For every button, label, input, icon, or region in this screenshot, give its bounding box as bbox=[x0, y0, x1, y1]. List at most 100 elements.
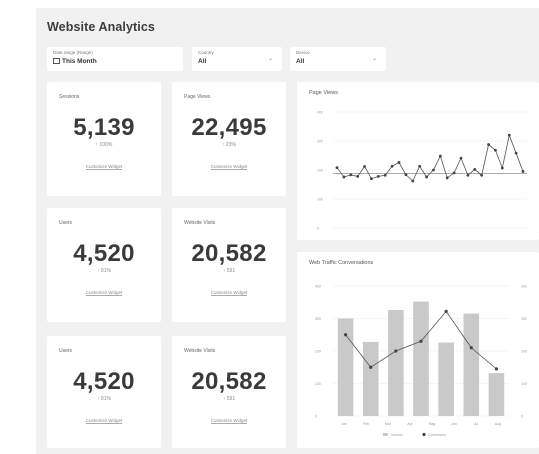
data-point bbox=[370, 177, 373, 181]
y-tick-label: 300 bbox=[317, 140, 323, 144]
kpi-value: 20,582 bbox=[191, 368, 267, 395]
kpi-delta: ↑ 100% bbox=[95, 142, 113, 148]
data-point bbox=[438, 154, 442, 158]
y-tick-label: 100 bbox=[317, 198, 323, 202]
data-point bbox=[342, 175, 346, 179]
date-range-filter[interactable]: Date range (Range) This Month bbox=[47, 47, 183, 71]
date-range-value-wrap: This Month bbox=[53, 58, 97, 65]
conversion-point bbox=[419, 339, 423, 343]
page-title: Website Analytics bbox=[47, 20, 155, 34]
conversion-point bbox=[369, 365, 373, 369]
data-point bbox=[500, 166, 504, 170]
kpi-label: Users bbox=[59, 348, 73, 354]
customize-widget-link[interactable]: Customize Widget bbox=[172, 164, 286, 170]
chevron-down-icon: ⌄ bbox=[267, 56, 273, 62]
data-point bbox=[473, 168, 477, 171]
y-tick-label-left: 200 bbox=[315, 350, 321, 354]
chevron-down-icon: ⌄ bbox=[371, 56, 377, 62]
kpi-value: 5,139 bbox=[73, 114, 135, 141]
conversion-point bbox=[444, 309, 448, 313]
y-tick-label-right: 300 bbox=[521, 317, 527, 321]
kpi-delta: ↑ 91% bbox=[97, 268, 111, 274]
calendar-icon bbox=[53, 58, 60, 64]
bar bbox=[438, 342, 454, 416]
kpi-label: Website Visits bbox=[184, 220, 216, 226]
kpi-label: Website Visits bbox=[184, 348, 216, 354]
customize-widget-link[interactable]: Customize Widget bbox=[172, 290, 286, 296]
data-point bbox=[487, 143, 490, 146]
customize-widget-link[interactable]: Customize Widget bbox=[47, 164, 161, 170]
bar bbox=[463, 313, 480, 416]
kpi-label: Users bbox=[59, 220, 73, 226]
kpi-label: Sessions bbox=[59, 94, 80, 100]
data-point bbox=[521, 170, 525, 173]
data-point bbox=[466, 173, 470, 177]
customize-widget-link[interactable]: Customize Widget bbox=[47, 418, 161, 424]
kpi-value: 4,520 bbox=[73, 240, 135, 267]
x-tick-label: Mar bbox=[385, 422, 392, 426]
legend-label: Conversion bbox=[428, 433, 446, 437]
legend-swatch-bar bbox=[383, 433, 388, 436]
data-point bbox=[349, 173, 353, 177]
y-tick-label-left: 400 bbox=[315, 285, 321, 289]
data-point bbox=[432, 168, 435, 172]
legend-label: Volume bbox=[391, 433, 403, 437]
country-value: All bbox=[198, 58, 207, 65]
country-filter[interactable]: Country All ⌄ bbox=[192, 47, 282, 71]
y-tick-label-right: 0 bbox=[521, 415, 523, 419]
data-point bbox=[411, 179, 415, 183]
kpi-card-users-2: Users 4,520 ↑ 91% Customize Widget bbox=[47, 336, 161, 448]
x-tick-label: May bbox=[429, 422, 436, 426]
data-point bbox=[356, 174, 360, 178]
kpi-value: 4,520 bbox=[73, 368, 135, 395]
data-point bbox=[376, 174, 380, 178]
date-range-label: Date range (Range) bbox=[53, 50, 93, 55]
customize-widget-link[interactable]: Customize Widget bbox=[47, 290, 161, 296]
data-point bbox=[363, 165, 366, 168]
page-views-chart-panel: Page Views 400 300 200 100 0 bbox=[297, 82, 539, 240]
bar bbox=[362, 341, 379, 416]
bar bbox=[413, 301, 429, 416]
bar bbox=[337, 318, 354, 416]
bar bbox=[388, 310, 404, 416]
conversion-point bbox=[469, 346, 473, 350]
conversion-point bbox=[494, 367, 499, 371]
customize-widget-link[interactable]: Customize Widget bbox=[172, 418, 286, 424]
conversion-point bbox=[394, 349, 398, 353]
date-range-value: This Month bbox=[62, 58, 97, 65]
data-point bbox=[390, 164, 394, 168]
legend-swatch-line bbox=[422, 432, 426, 437]
device-label: Device bbox=[296, 50, 310, 55]
kpi-card-website-visits-2: Website Visits 20,582 ↑ 591 Customize Wi… bbox=[172, 336, 286, 448]
data-point bbox=[383, 173, 387, 177]
device-filter[interactable]: Device All ⌄ bbox=[290, 47, 386, 71]
data-point bbox=[397, 161, 401, 164]
y-tick-label-left: 0 bbox=[315, 415, 317, 419]
kpi-delta: ↑ 23% bbox=[222, 142, 236, 148]
bar bbox=[488, 373, 505, 416]
x-tick-label: Jan bbox=[341, 422, 347, 426]
y-tick-label-left: 300 bbox=[315, 317, 321, 321]
x-tick-label: Jun bbox=[451, 422, 457, 426]
data-point bbox=[480, 173, 484, 177]
series-line bbox=[336, 133, 524, 182]
data-point bbox=[445, 176, 449, 180]
data-point bbox=[459, 156, 463, 160]
data-point bbox=[418, 164, 422, 168]
kpi-label: Page Views bbox=[184, 94, 211, 100]
y-tick-label-left: 100 bbox=[315, 382, 321, 386]
page-views-line-chart: 400 300 200 100 0 bbox=[317, 111, 527, 231]
kpi-value: 20,582 bbox=[191, 240, 267, 267]
y-tick-label: 400 bbox=[317, 111, 323, 115]
kpi-card-sessions: Sessions 5,139 ↑ 100% Customize Widget bbox=[47, 82, 161, 196]
device-value: All bbox=[296, 58, 305, 65]
data-point bbox=[452, 171, 456, 175]
x-tick-label: Jul bbox=[474, 422, 479, 426]
y-tick-label: 200 bbox=[317, 169, 323, 173]
data-point bbox=[335, 166, 339, 170]
x-tick-label: Aug bbox=[495, 422, 501, 426]
kpi-delta: ↑ 591 bbox=[222, 268, 236, 274]
y-tick-label: 0 bbox=[317, 227, 319, 231]
y-tick-label-right: 400 bbox=[521, 285, 527, 289]
kpi-delta: ↑ 91% bbox=[97, 396, 111, 402]
